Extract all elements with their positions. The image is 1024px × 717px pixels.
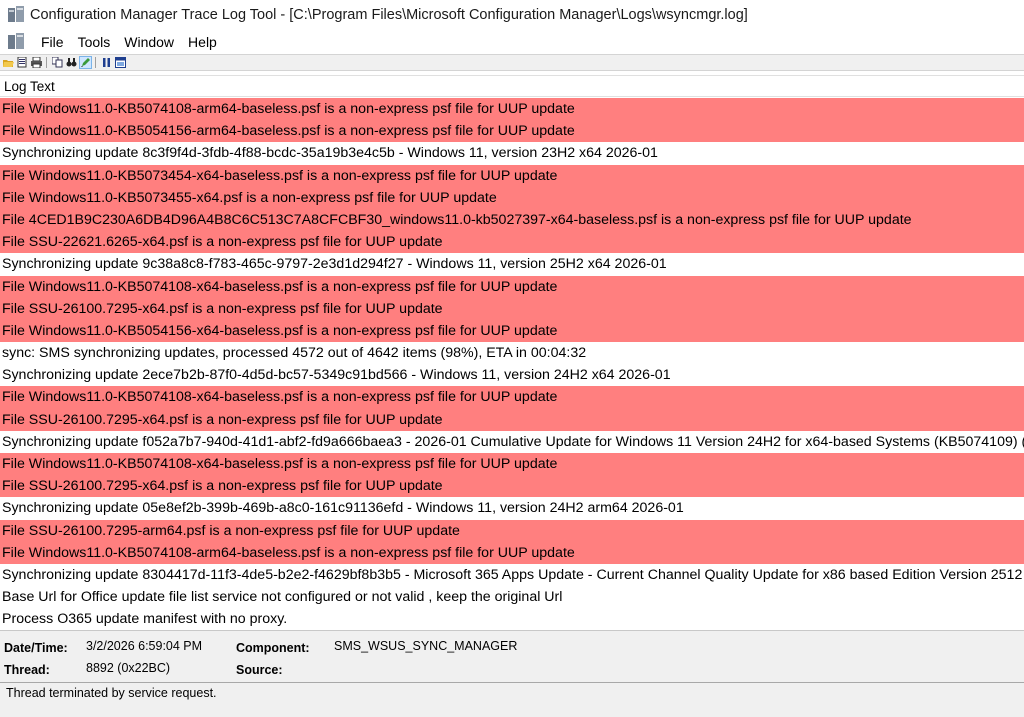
message-text: Thread terminated by service request. <box>6 686 217 700</box>
open-button[interactable] <box>3 57 14 68</box>
find-button[interactable] <box>66 57 77 68</box>
datetime-value: 3/2/2026 6:59:04 PM <box>86 639 203 653</box>
thread-value: 8892 (0x22BC) <box>86 661 171 675</box>
log-row[interactable]: File Windows11.0-KB5074108-x64-baseless.… <box>0 275 1024 298</box>
menu-bar: File Tools Window Help <box>0 30 1024 54</box>
log-row[interactable]: File SSU-26100.7295-arm64.psf is a non-e… <box>0 519 1024 542</box>
menu-file[interactable]: File <box>34 34 71 50</box>
toolbar-separator <box>46 57 47 68</box>
log-row[interactable]: File 4CED1B9C230A6DB4D96A4B8C6C513C7A8CF… <box>0 208 1024 232</box>
log-row[interactable]: File SSU-26100.7295-x64.psf is a non-exp… <box>0 297 1024 320</box>
print-preview-icon <box>17 57 27 68</box>
log-row[interactable]: Base Url for Office update file list ser… <box>0 586 1024 609</box>
log-row[interactable]: File Windows11.0-KB5073454-x64-baseless.… <box>0 164 1024 187</box>
toolbar <box>0 54 1024 71</box>
log-row[interactable]: Synchronizing update 8c3f9f4d-3fdb-4f88-… <box>0 142 1024 165</box>
log-row[interactable]: Synchronizing update 2ece7b2b-87f0-4d5d-… <box>0 364 1024 387</box>
pause-icon <box>103 58 110 67</box>
print-preview-button[interactable] <box>17 57 28 68</box>
log-row[interactable]: Synchronizing update f052a7b7-940d-41d1-… <box>0 430 1024 453</box>
menu-help[interactable]: Help <box>181 34 224 50</box>
menu-tools[interactable]: Tools <box>71 34 118 50</box>
log-row[interactable]: Synchronizing update 8304417d-11f3-4de5-… <box>0 563 1024 587</box>
log-list[interactable]: File Windows11.0-KB5074108-arm64-baseles… <box>0 98 1024 630</box>
print-button[interactable] <box>31 57 42 68</box>
window-button[interactable] <box>115 57 126 68</box>
component-label: Component: <box>236 641 310 655</box>
log-row[interactable]: File Windows11.0-KB5054156-arm64-baseles… <box>0 120 1024 143</box>
log-row[interactable]: File Windows11.0-KB5074108-x64-baseless.… <box>0 453 1024 476</box>
highlight-button[interactable] <box>79 56 92 69</box>
log-row[interactable]: Synchronizing update 9c38a8c8-f783-465c-… <box>0 253 1024 276</box>
thread-label: Thread: <box>4 663 50 677</box>
toolbar-separator <box>95 57 96 68</box>
log-row[interactable]: File SSU-26100.7295-x64.psf is a non-exp… <box>0 475 1024 498</box>
message-box[interactable]: Thread terminated by service request. <box>0 682 1024 717</box>
copy-icon <box>52 57 63 68</box>
highlight-icon <box>81 58 90 67</box>
log-row[interactable]: File SSU-26100.7295-x64.psf is a non-exp… <box>0 408 1024 431</box>
copy-button[interactable] <box>52 57 63 68</box>
menu-window[interactable]: Window <box>117 34 181 50</box>
window-menu-icon[interactable] <box>6 32 26 52</box>
log-row[interactable]: File Windows11.0-KB5074108-arm64-baseles… <box>0 541 1024 564</box>
log-row[interactable]: sync: SMS synchronizing updates, process… <box>0 342 1024 365</box>
log-row[interactable]: File Windows11.0-KB5074108-x64-baseless.… <box>0 386 1024 409</box>
details-panel: Date/Time: 3/2/2026 6:59:04 PM Component… <box>0 630 1024 682</box>
log-row[interactable]: File Windows11.0-KB5054156-x64-baseless.… <box>0 319 1024 343</box>
print-icon <box>31 57 42 68</box>
title-bar: Configuration Manager Trace Log Tool - [… <box>0 0 1024 30</box>
log-row[interactable]: Process O365 update manifest with no pro… <box>0 608 1024 630</box>
datetime-label: Date/Time: <box>4 641 68 655</box>
pause-button[interactable] <box>101 57 112 68</box>
source-label: Source: <box>236 663 283 677</box>
window-title: Configuration Manager Trace Log Tool - [… <box>30 7 748 23</box>
open-icon <box>3 60 14 67</box>
app-icon <box>8 6 24 22</box>
log-text-header-label: Log Text <box>4 78 55 94</box>
find-icon <box>66 58 77 67</box>
log-row[interactable]: File SSU-22621.6265-x64.psf is a non-exp… <box>0 231 1024 254</box>
component-value: SMS_WSUS_SYNC_MANAGER <box>334 639 518 653</box>
log-row[interactable]: Synchronizing update 05e8ef2b-399b-469b-… <box>0 497 1024 520</box>
window-icon <box>115 57 126 68</box>
log-column-header[interactable]: Log Text <box>0 75 1024 97</box>
log-row[interactable]: File Windows11.0-KB5074108-arm64-baseles… <box>0 98 1024 121</box>
log-row[interactable]: File Windows11.0-KB5073455-x64.psf is a … <box>0 186 1024 209</box>
